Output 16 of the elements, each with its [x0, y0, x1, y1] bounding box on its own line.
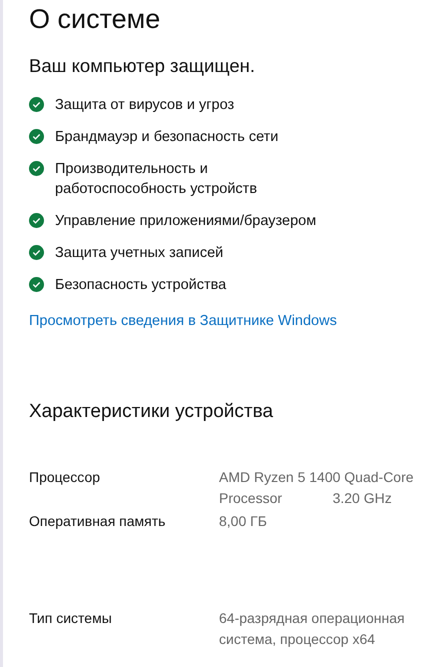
defender-link[interactable]: Просмотреть сведения в Защитнике Windows: [29, 313, 337, 329]
protection-item: Управление приложениями/браузером: [55, 212, 318, 231]
protection-item: Производительность и работоспособность устройств: [55, 160, 258, 199]
spec-value: AMD Ryzen 5 1400 Quad-Core Processor 3.20 GHz: [219, 468, 415, 508]
spec-value: 64-разрядная операционная система, процессор x64: [219, 609, 406, 649]
spec-value: 8,00 ГБ: [219, 512, 268, 531]
protection-item: Брандмауэр и безопасность сети: [55, 128, 280, 147]
section-heading: Характеристики устройства: [29, 401, 274, 423]
spec-label: Процессор: [29, 468, 102, 487]
spec-label: Оперативная память: [29, 512, 166, 531]
protection-item: Защита от вирусов и угроз: [55, 96, 236, 115]
protection-item: Защита учетных записей: [55, 244, 224, 263]
spec-label: Тип системы: [29, 609, 113, 628]
page-title: О системе: [29, 4, 162, 35]
protection-item: Безопасность устройства: [55, 276, 228, 295]
protection-status: Ваш компьютер защищен.: [29, 55, 256, 77]
